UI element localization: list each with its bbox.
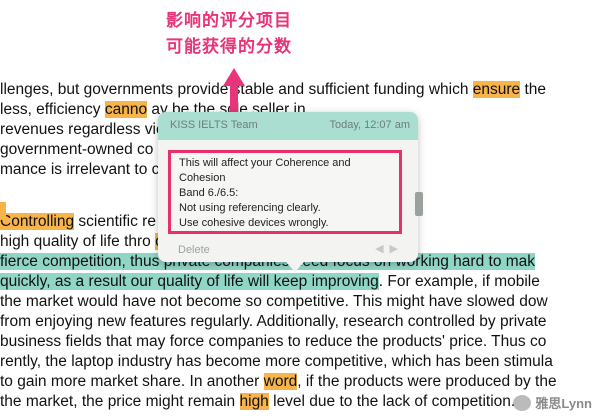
- highlighted-word[interactable]: ensure: [472, 81, 521, 98]
- comment-timestamp: Today, 12:07 am: [329, 119, 410, 131]
- annotation-line-2: 可能获得的分数: [166, 37, 292, 57]
- annotation-arrow-shaft: [230, 84, 238, 114]
- comment-nav: ◀▶: [375, 242, 404, 255]
- line-text: , if the products were produced by the: [297, 373, 557, 390]
- comment-text-box[interactable]: This will affect your Coherence and Cohe…: [168, 150, 402, 234]
- comment-line: Band 6./6.5:: [179, 187, 239, 199]
- comment-line: Cohesion: [179, 172, 226, 184]
- document-line: to gain more market share. In another wo…: [0, 372, 557, 392]
- line-text: from enjoying new features regularly. Ad…: [0, 313, 547, 330]
- line-text: rently, the laptop industry has become m…: [0, 353, 553, 370]
- document-line: from enjoying new features regularly. Ad…: [0, 312, 547, 332]
- document-line: the market would have not become so comp…: [0, 292, 548, 312]
- comment-author: KISS IELTS Team: [170, 119, 258, 131]
- highlighted-word[interactable]: high: [239, 393, 269, 410]
- delete-comment-button[interactable]: Delete: [178, 244, 210, 256]
- highlighted-word[interactable]: Controlling: [0, 213, 75, 230]
- line-text: business fields that may force companies…: [0, 333, 547, 350]
- annotation-line-1: 影响的评分项目: [166, 11, 292, 31]
- comment-scroll-handle[interactable]: [415, 192, 423, 216]
- watermark: 雅思Lynn: [513, 393, 592, 412]
- annotation-callout: 影响的评分项目 可能获得的分数: [166, 8, 366, 60]
- document-line: quickly, as a result our quality of life…: [0, 272, 540, 292]
- document-line: llenges, but governments provide stable …: [0, 80, 546, 100]
- highlighted-word[interactable]: word: [263, 373, 298, 390]
- comment-line: This will affect your Coherence and: [179, 157, 351, 169]
- line-text: to gain more market share. In another: [0, 373, 264, 390]
- watermark-text: 雅思Lynn: [535, 396, 592, 411]
- document-line: business fields that may force companies…: [0, 332, 546, 352]
- line-text: . For example, if mobile: [378, 273, 540, 290]
- highlighted-phrase[interactable]: quickly, as a result our quality of life…: [0, 273, 379, 290]
- next-comment-icon[interactable]: ▶: [390, 243, 404, 255]
- comment-popup: KISS IELTS Team Today, 12:07 am This wil…: [158, 112, 423, 272]
- comment-line: Use cohesive devices wrongly.: [179, 217, 329, 229]
- wechat-icon: [513, 394, 532, 411]
- comment-line: Not using referencing clearly.: [179, 202, 321, 214]
- line-text: level due to the lack of competition.: [268, 393, 516, 410]
- line-text: the market would have not become so comp…: [0, 293, 548, 310]
- document-line: rently, the laptop industry has become m…: [0, 352, 553, 372]
- line-text: the: [520, 81, 547, 98]
- comment-header: KISS IELTS Team Today, 12:07 am: [158, 112, 418, 140]
- line-text: less, efficiency: [0, 101, 105, 118]
- line-text: high quality of life thro: [0, 233, 156, 250]
- highlight-marker: [0, 202, 6, 220]
- previous-comment-icon[interactable]: ◀: [375, 243, 389, 255]
- line-text: the market, the price might remain: [0, 393, 240, 410]
- comment-pointer-tail: [286, 262, 304, 272]
- highlighted-word[interactable]: canno: [104, 101, 148, 118]
- document-line: the market, the price might remain high …: [0, 392, 515, 412]
